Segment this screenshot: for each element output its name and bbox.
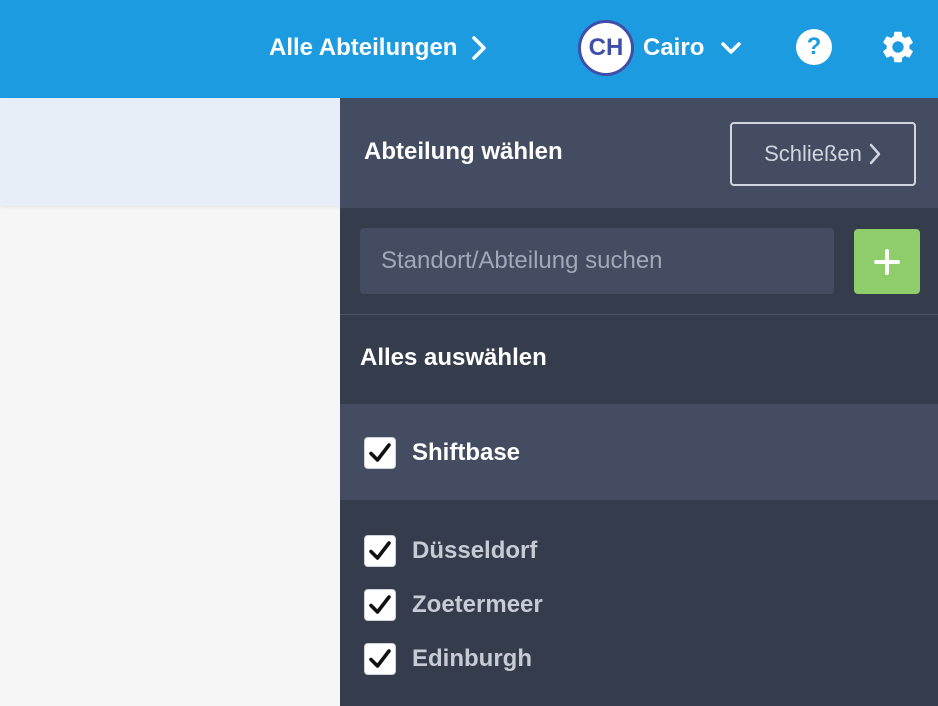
organization-row[interactable]: Shiftbase bbox=[340, 404, 938, 500]
department-checkbox[interactable] bbox=[364, 589, 396, 621]
all-departments-label: Alle Abteilungen bbox=[269, 34, 458, 61]
search-input[interactable] bbox=[360, 228, 834, 294]
department-label: Zoetermeer bbox=[412, 591, 543, 618]
chevron-right-icon bbox=[869, 143, 881, 165]
department-selector-panel: Abteilung wählen Schließen Alles auswähl… bbox=[340, 98, 938, 706]
panel-header: Abteilung wählen Schließen bbox=[340, 98, 938, 208]
department-checkbox[interactable] bbox=[364, 643, 396, 675]
department-label: Edinburgh bbox=[412, 645, 532, 672]
select-all-link[interactable]: Alles auswählen bbox=[360, 344, 547, 372]
department-checkbox[interactable] bbox=[364, 535, 396, 567]
checkmark-icon bbox=[369, 595, 391, 614]
department-label: Düsseldorf bbox=[412, 537, 538, 564]
checkmark-icon bbox=[369, 443, 391, 462]
organization-checkbox[interactable] bbox=[364, 437, 396, 469]
close-button-label: Schließen bbox=[764, 141, 862, 166]
top-navigation-bar: Alle Abteilungen CH Cairo ? bbox=[0, 0, 938, 98]
avatar: CH bbox=[578, 20, 634, 76]
all-departments-link[interactable]: Alle Abteilungen bbox=[269, 30, 487, 66]
add-department-button[interactable] bbox=[854, 229, 920, 294]
gear-icon[interactable] bbox=[879, 28, 917, 66]
chevron-right-icon bbox=[472, 36, 487, 60]
help-icon[interactable]: ? bbox=[796, 29, 832, 65]
department-item-zoetermeer[interactable]: Zoetermeer bbox=[340, 578, 938, 632]
department-item-duesseldorf[interactable]: Düsseldorf bbox=[340, 524, 938, 578]
organization-label: Shiftbase bbox=[412, 439, 521, 466]
panel-title: Abteilung wählen bbox=[364, 138, 563, 165]
checkmark-icon bbox=[369, 649, 391, 668]
user-menu[interactable]: CH Cairo bbox=[578, 20, 742, 76]
search-row bbox=[340, 208, 938, 315]
content-header-banner bbox=[0, 98, 340, 206]
close-button[interactable]: Schließen bbox=[730, 122, 916, 186]
plus-icon bbox=[874, 248, 900, 275]
department-item-edinburgh[interactable]: Edinburgh bbox=[340, 632, 938, 686]
user-name: Cairo bbox=[643, 34, 705, 61]
checkmark-icon bbox=[369, 541, 391, 560]
chevron-down-icon bbox=[721, 42, 742, 54]
